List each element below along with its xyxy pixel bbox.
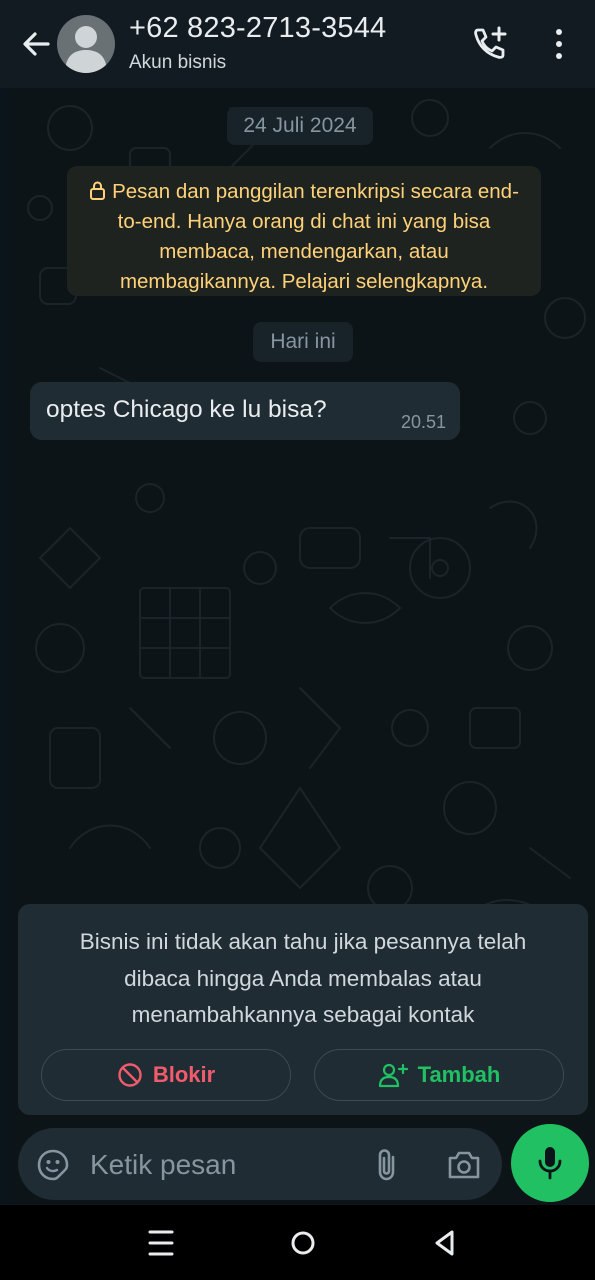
avatar-placeholder-icon	[65, 26, 107, 73]
more-vertical-icon	[556, 29, 562, 59]
add-call-icon	[474, 26, 507, 59]
message-text: optes Chicago ke lu bisa?	[46, 396, 327, 423]
attach-button[interactable]	[372, 1147, 402, 1183]
contact-name[interactable]: +62 823-2713-3544	[129, 12, 386, 45]
add-contact-button[interactable]: Tambah	[314, 1049, 564, 1101]
message-composer	[18, 1128, 502, 1202]
encryption-notice-text: Pesan dan panggilan terenkripsi secara e…	[112, 180, 519, 293]
back-arrow-icon	[23, 32, 50, 56]
mic-icon	[538, 1147, 562, 1180]
incoming-message[interactable]: optes Chicago ke lu bisa? 20.51	[30, 382, 460, 440]
block-button[interactable]: Blokir	[41, 1049, 291, 1101]
camera-icon	[448, 1151, 480, 1179]
business-notice-text: Bisnis ini tidak akan tahu jika pesannya…	[79, 929, 527, 1027]
system-navigation-bar	[0, 1205, 595, 1280]
home-circle-icon	[291, 1231, 315, 1255]
back-triangle-icon	[435, 1230, 454, 1256]
message-time: 20.51	[400, 412, 446, 432]
chat-header: +62 823-2713-3544 Akun bisnis	[0, 0, 595, 88]
today-chip: Hari ini	[253, 322, 353, 362]
contact-subtitle: Akun bisnis	[129, 52, 227, 73]
avatar[interactable]	[57, 15, 115, 73]
recent-apps-icon	[148, 1230, 174, 1256]
date-chip: 24 Juli 2024	[227, 107, 373, 145]
recent-apps-button[interactable]	[141, 1223, 181, 1263]
add-button-label: Tambah	[417, 1062, 501, 1087]
attach-icon	[378, 1149, 395, 1181]
message-input[interactable]	[88, 1128, 352, 1202]
sticker-icon	[37, 1149, 69, 1181]
block-button-label: Blokir	[152, 1062, 216, 1087]
home-button[interactable]	[283, 1223, 323, 1263]
chat-screen: +62 823-2713-3544 Akun bisnis 24 Juli 20…	[0, 0, 595, 1280]
back-nav-button[interactable]	[425, 1223, 465, 1263]
add-person-icon	[378, 1063, 408, 1088]
camera-button[interactable]	[446, 1148, 482, 1182]
business-notice-card: Bisnis ini tidak akan tahu jika pesannya…	[18, 904, 588, 1115]
sticker-button[interactable]	[36, 1148, 70, 1182]
more-options-button[interactable]	[545, 24, 573, 64]
voice-message-button[interactable]	[511, 1124, 589, 1202]
back-button[interactable]	[18, 26, 54, 62]
add-call-button[interactable]	[470, 24, 510, 64]
encryption-notice[interactable]: Pesan dan panggilan terenkripsi secara e…	[67, 166, 541, 296]
lock-icon	[90, 181, 106, 200]
block-icon	[118, 1063, 142, 1087]
